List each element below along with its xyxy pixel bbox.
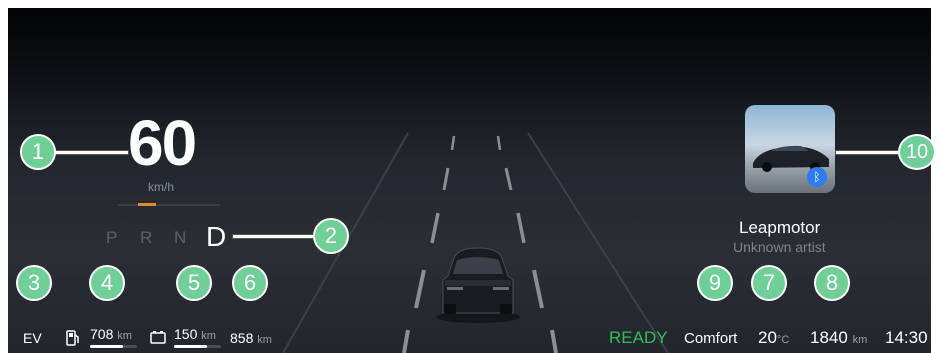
callout-1: 1	[20, 134, 56, 170]
speed-value: 60	[128, 107, 197, 179]
vehicle-icon	[436, 247, 520, 323]
callout-3: 3	[16, 265, 52, 301]
callout-6: 6	[232, 265, 268, 301]
callout-7: 7	[751, 265, 787, 301]
drive-mode-ev: EV	[23, 330, 42, 346]
drive-mode-comfort: Comfort	[684, 330, 738, 347]
bluetooth-icon: ᛒ	[807, 167, 827, 187]
callout-2-leader	[233, 235, 317, 238]
callout-2: 2	[313, 218, 349, 254]
callout-10: 10	[898, 134, 936, 170]
fuel-level-bar	[90, 345, 137, 348]
callout-4: 4	[89, 265, 125, 301]
callout-9: 9	[697, 265, 733, 301]
odometer: 1840 km	[810, 328, 868, 347]
fuel-level-fill	[90, 345, 123, 348]
battery-icon	[150, 331, 166, 344]
fuel-pump-icon	[66, 330, 80, 346]
gear-n: N	[174, 228, 187, 247]
gear-p: P	[106, 228, 118, 247]
battery-level-bar	[174, 345, 221, 348]
clock: 14:30	[885, 328, 928, 347]
speed-indicator-marker	[138, 203, 156, 206]
gear-r: R	[140, 228, 153, 247]
album-art[interactable]: ᛒ	[745, 105, 835, 193]
fuel-range: 708 km	[90, 326, 132, 342]
battery-level-fill	[174, 345, 207, 348]
media-artist: Unknown artist	[733, 239, 826, 255]
callout-8: 8	[814, 265, 850, 301]
callout-1-leader	[50, 151, 128, 154]
dashboard-display: 60 km/h P R N D ᛒ Leapmotor Unknown arti…	[8, 8, 931, 353]
media-title: Leapmotor	[739, 218, 821, 237]
battery-range: 150 km	[174, 326, 216, 342]
outside-temperature: 20°C	[758, 328, 790, 347]
speed-unit: km/h	[148, 180, 175, 194]
callout-10-leader	[836, 151, 902, 154]
speed-indicator-line	[118, 204, 220, 206]
callout-5: 5	[176, 265, 212, 301]
ready-status: READY	[609, 328, 668, 347]
total-range: 858 km	[230, 330, 272, 346]
gear-d: D	[206, 221, 227, 252]
